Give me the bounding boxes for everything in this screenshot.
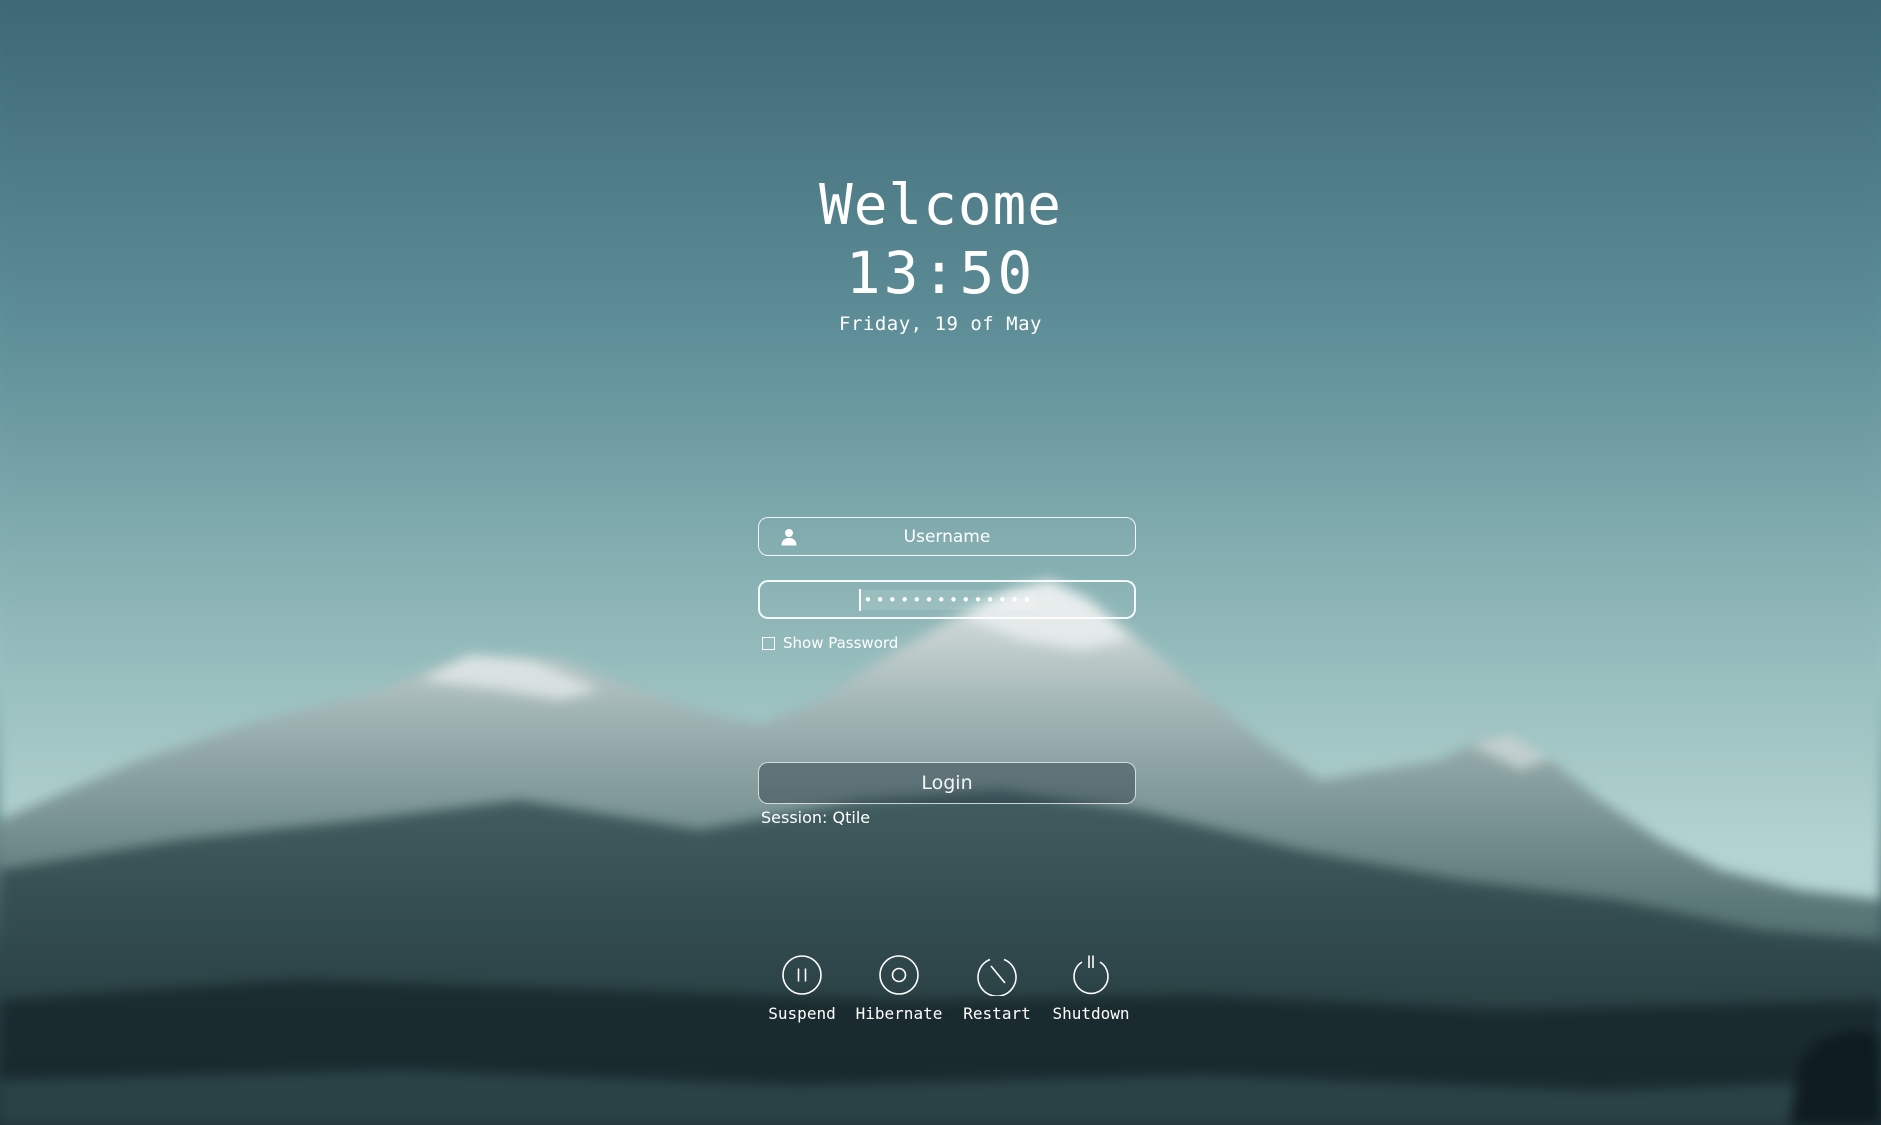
username-field[interactable]: Username <box>758 517 1136 556</box>
text-caret <box>859 588 861 611</box>
restart-label: Restart <box>963 1004 1031 1023</box>
shutdown-label: Shutdown <box>1052 1004 1130 1023</box>
shutdown-button[interactable]: Shutdown <box>1050 954 1132 1023</box>
show-password-label: Show Password <box>783 634 899 652</box>
session-selector[interactable]: Session: Qtile <box>761 808 870 827</box>
user-icon <box>781 528 797 546</box>
show-password-checkbox[interactable] <box>762 636 775 650</box>
clock-date: Friday, 19 of May <box>839 313 1042 335</box>
pause-circle-icon <box>781 954 823 996</box>
suspend-button[interactable]: Suspend <box>765 954 839 1023</box>
password-field[interactable]: •••••••••••••• <box>758 580 1136 619</box>
password-mask: •••••••••••••• <box>863 590 1035 609</box>
power-icon <box>1070 954 1112 996</box>
username-placeholder: Username <box>903 526 991 547</box>
suspend-label: Suspend <box>768 1004 836 1023</box>
restart-icon <box>976 954 1018 996</box>
welcome-title: Welcome <box>818 173 1062 238</box>
clock-time: 13:50 <box>845 239 1036 307</box>
show-password-toggle[interactable]: Show Password <box>762 634 898 652</box>
restart-button[interactable]: Restart <box>958 954 1036 1023</box>
circle-dot-icon <box>878 954 920 996</box>
hibernate-button[interactable]: Hibernate <box>852 954 946 1023</box>
hibernate-label: Hibernate <box>855 1004 943 1023</box>
password-value: •••••••••••••• <box>859 588 1035 611</box>
login-button[interactable]: Login <box>758 762 1136 804</box>
